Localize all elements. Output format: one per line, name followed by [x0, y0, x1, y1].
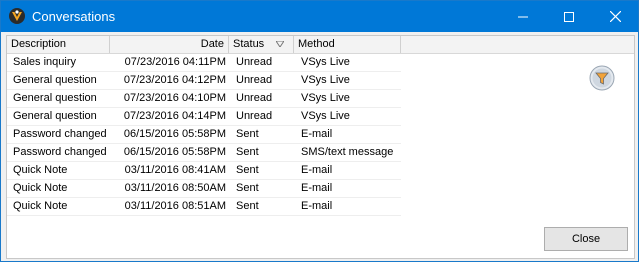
table-row[interactable]: General question 07/23/2016 04:12PM Unre… [7, 72, 401, 90]
row-description: Sales inquiry [13, 56, 76, 68]
table-row[interactable]: Quick Note 03/11/2016 08:41AM Sent E-mai… [7, 162, 401, 180]
row-status: Unread [236, 110, 273, 122]
row-description: General question [13, 74, 97, 86]
title-bar[interactable]: Conversations [1, 1, 638, 32]
row-date: 07/23/2016 04:11PM [124, 56, 226, 68]
maximize-icon [564, 11, 574, 22]
table-row[interactable]: Quick Note 03/11/2016 08:50AM Sent E-mai… [7, 180, 401, 198]
maximize-button[interactable] [546, 1, 592, 32]
row-status: Unread [236, 92, 273, 104]
row-method: SMS/text message [301, 146, 394, 158]
close-icon [609, 11, 621, 22]
row-date: 07/23/2016 04:14PM [123, 110, 226, 122]
row-description: Password changed [13, 146, 107, 158]
row-status: Unread [236, 74, 273, 86]
row-date: 03/11/2016 08:41AM [124, 164, 226, 176]
column-header-label: Status [233, 38, 265, 50]
row-method: E-mail [301, 128, 333, 140]
row-status: Sent [236, 164, 259, 176]
table-body: Sales inquiry 07/23/2016 04:11PM Unread … [7, 54, 401, 216]
row-method: VSys Live [301, 74, 350, 86]
minimize-icon [518, 16, 528, 17]
row-method: VSys Live [301, 110, 350, 122]
column-header-label: Method [298, 38, 335, 50]
row-status: Sent [236, 182, 259, 194]
row-method: E-mail [301, 200, 333, 212]
row-description: Quick Note [13, 182, 68, 194]
row-method: VSys Live [301, 92, 350, 104]
column-header-method[interactable]: Method [294, 36, 401, 53]
row-date: 06/15/2016 05:58PM [123, 128, 226, 140]
table-row[interactable]: General question 07/23/2016 04:10PM Unre… [7, 90, 401, 108]
row-method: VSys Live [301, 56, 350, 68]
row-date: 07/23/2016 04:10PM [123, 92, 226, 104]
close-window-button[interactable] [592, 1, 638, 32]
close-button-label: Close [571, 233, 601, 245]
column-header-status[interactable]: Status [229, 36, 294, 53]
row-date: 03/11/2016 08:50AM [124, 182, 226, 194]
minimize-button[interactable] [500, 1, 546, 32]
row-method: E-mail [301, 182, 333, 194]
row-status: Sent [236, 200, 259, 212]
conversations-list: Description Date Status Method Sales inq… [6, 35, 635, 259]
column-header-date[interactable]: Date [110, 36, 229, 53]
window-title: Conversations [32, 9, 116, 24]
row-description: Password changed [13, 128, 107, 140]
filter-icon [589, 65, 615, 91]
column-header-label: Description [11, 38, 67, 50]
column-header-description[interactable]: Description [7, 36, 110, 53]
table-row[interactable]: Password changed 06/15/2016 05:58PM Sent… [7, 126, 401, 144]
row-date: 06/15/2016 05:58PM [123, 146, 226, 158]
row-description: General question [13, 110, 97, 122]
table-header: Description Date Status Method [7, 36, 634, 54]
table-row[interactable]: Quick Note 03/11/2016 08:51AM Sent E-mai… [7, 198, 401, 216]
row-description: Quick Note [13, 164, 68, 176]
column-header-label: Date [200, 38, 224, 50]
row-date: 07/23/2016 04:12PM [123, 74, 226, 86]
sort-down-icon [276, 41, 284, 47]
row-status: Unread [236, 56, 273, 68]
filter-button[interactable] [589, 65, 615, 91]
row-description: General question [13, 92, 97, 104]
row-method: E-mail [301, 164, 333, 176]
row-status: Sent [236, 128, 259, 140]
row-description: Quick Note [13, 200, 68, 212]
row-status: Sent [236, 146, 259, 158]
table-row[interactable]: Password changed 06/15/2016 05:58PM Sent… [7, 144, 401, 162]
conversations-window: Conversations Description Date Status Me… [0, 0, 639, 262]
table-row[interactable]: General question 07/23/2016 04:14PM Unre… [7, 108, 401, 126]
table-row[interactable]: Sales inquiry 07/23/2016 04:11PM Unread … [7, 54, 401, 72]
row-date: 03/11/2016 08:51AM [124, 200, 226, 212]
app-logo-icon [9, 8, 25, 24]
close-button[interactable]: Close [544, 227, 628, 251]
